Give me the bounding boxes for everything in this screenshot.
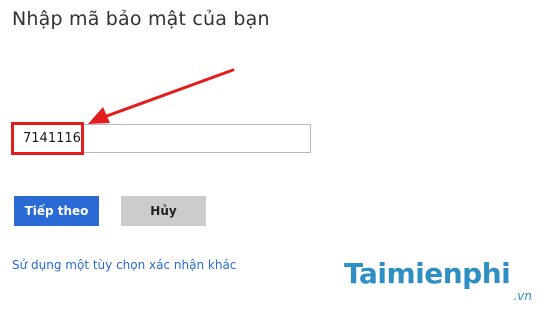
watermark-tld-text: .vn <box>513 289 532 303</box>
security-code-page: Nhập mã bảo mật của bạn Tiếp theo Hủy Sử… <box>0 0 552 313</box>
taimienphi-watermark-logo: Taimienphi .vn <box>344 257 544 307</box>
next-button[interactable]: Tiếp theo <box>14 196 99 226</box>
alternate-verification-link[interactable]: Sử dụng một tùy chọn xác nhận khác <box>12 258 236 272</box>
annotation-arrow-shaft <box>102 68 235 119</box>
watermark-brand-text: Taimienphi <box>344 257 511 290</box>
cancel-button[interactable]: Hủy <box>121 196 206 226</box>
page-title: Nhập mã bảo mật của bạn <box>12 8 270 30</box>
security-code-input[interactable] <box>13 124 311 153</box>
annotation-arrow-head <box>88 107 110 124</box>
